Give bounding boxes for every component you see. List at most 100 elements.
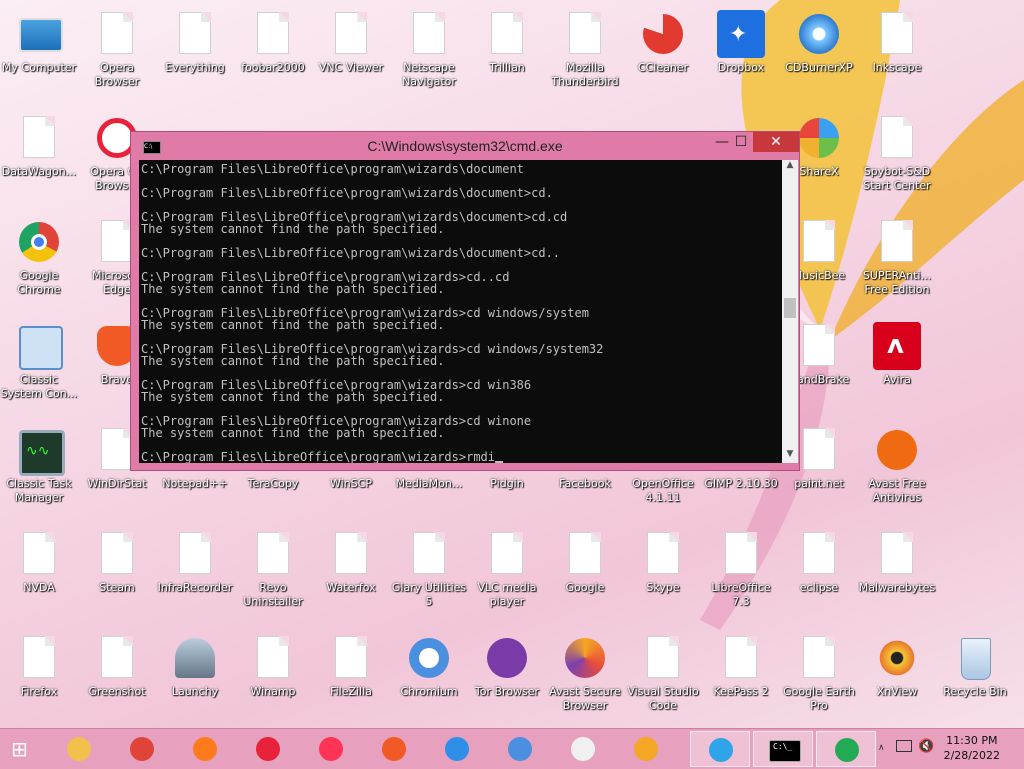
title-bar[interactable]: C:\ C:\Windows\system32\cmd.exe — ☐ ✕ (131, 132, 799, 160)
desktop-icon[interactable]: SUPERAnti... Free Edition (858, 208, 936, 297)
volume-muted-icon[interactable]: 🔇 (918, 739, 934, 754)
network-icon[interactable] (896, 740, 912, 752)
desktop-icon[interactable]: FileZilla (312, 624, 390, 699)
desktop-icon[interactable]: Visual Studio Code (624, 624, 702, 713)
taskbar-item[interactable] (564, 731, 604, 767)
brave-icon (382, 737, 406, 761)
taskbar-item[interactable] (375, 731, 415, 767)
taskbar-item[interactable] (501, 731, 541, 767)
taskbar-item[interactable] (123, 731, 163, 767)
file-icon (327, 634, 375, 682)
desktop-icon[interactable]: LibreOffice 7.3 (702, 520, 780, 609)
desktop-icon[interactable]: Glary Utilities 5 (390, 520, 468, 609)
desktop-icon-label: Malwarebytes (858, 581, 936, 594)
desktop-icon[interactable]: ʌ Avira (858, 312, 936, 387)
desktop-icon[interactable]: Winamp (234, 624, 312, 699)
desktop-icon[interactable]: Opera Browser (78, 0, 156, 89)
opera-gx-icon (319, 737, 343, 761)
desktop-icon[interactable]: Inkscape (858, 0, 936, 75)
launchy-icon (171, 634, 219, 682)
desktop-icon[interactable]: Classic System Con... (0, 312, 78, 401)
desktop-icon[interactable]: Steam (78, 520, 156, 595)
desktop-icon[interactable]: Avast Free Antivirus (858, 416, 936, 505)
window-title: C:\Windows\system32\cmd.exe (367, 138, 563, 154)
cmd-window[interactable]: C:\ C:\Windows\system32\cmd.exe — ☐ ✕ C:… (130, 131, 800, 471)
start-icon: ⊞ (11, 737, 28, 761)
desktop-icon[interactable]: eclipse (780, 520, 858, 595)
file-icon (15, 114, 63, 162)
desktop-icon[interactable]: Recycle Bin (936, 624, 1014, 699)
computer-icon (15, 10, 63, 58)
desktop-icon-label: Avast Secure Browser (549, 685, 621, 712)
waterfox-icon (445, 737, 469, 761)
avira-icon: ʌ (873, 322, 921, 370)
desktop-icon[interactable]: Malwarebytes (858, 520, 936, 595)
scrollbar[interactable]: ▲ ▼ (782, 160, 798, 463)
taskbar-item[interactable] (249, 731, 289, 767)
file-icon (93, 530, 141, 578)
desktop-icon[interactable]: InfraRecorder (156, 520, 234, 595)
desktop-icon-label: XnView (876, 685, 918, 698)
desktop-icon-label: Mozilla Thunderbird (551, 61, 619, 88)
desktop-icon[interactable]: Avast Secure Browser (546, 624, 624, 713)
taskbar-item[interactable]: C:\_ (753, 731, 813, 767)
clock[interactable]: 11:30 PM 2/28/2022 (944, 733, 1000, 763)
desktop-icon[interactable]: Netscape Navigator (390, 0, 468, 89)
desktop-icon[interactable]: XnView (858, 624, 936, 699)
desktop-icon-label: Trillian (489, 61, 525, 74)
desktop-icon[interactable]: Google (546, 520, 624, 595)
desktop-icon[interactable]: Trillian (468, 0, 546, 75)
file-icon (483, 530, 531, 578)
desktop-icon[interactable]: Chromium (390, 624, 468, 699)
desktop-icon[interactable]: Waterfox (312, 520, 390, 595)
taskbar-item[interactable] (60, 731, 100, 767)
desktop-icon-label: Spybot-S&D Start Center (863, 165, 931, 192)
cdburner-icon (795, 10, 843, 58)
desktop-icon-label: Everything (165, 61, 225, 74)
desktop-icon[interactable]: Tor Browser (468, 624, 546, 699)
desktop-icon-label: Greenshot (88, 685, 146, 698)
desktop-icon[interactable]: DataWagon... (0, 104, 78, 179)
desktop-icon[interactable]: VNC Viewer (312, 0, 390, 75)
tray-chevron-icon[interactable]: ∧ (878, 743, 885, 753)
close-button[interactable]: ✕ (753, 132, 799, 152)
desktop-icon[interactable]: Google Earth Pro (780, 624, 858, 713)
taskbar-item[interactable] (186, 731, 226, 767)
desktop-icon-label: TeraCopy (247, 477, 299, 490)
desktop-icon-label: OpenOffice 4.1.11 (632, 477, 694, 504)
taskbar-item[interactable] (438, 731, 478, 767)
taskbar-item[interactable] (627, 731, 667, 767)
desktop-icon[interactable]: foobar2000 (234, 0, 312, 75)
desktop-icon[interactable]: Mozilla Thunderbird (546, 0, 624, 89)
avast-icon (873, 426, 921, 474)
taskbar-item[interactable]: ⊞ (4, 731, 44, 767)
file-icon (405, 10, 453, 58)
scroll-up-arrow-icon[interactable]: ▲ (782, 160, 798, 174)
desktop-icon[interactable]: CCleaner (624, 0, 702, 75)
scrollbar-thumb[interactable] (784, 298, 796, 318)
desktop-icon[interactable]: Revo Uninstaller (234, 520, 312, 609)
desktop-icon[interactable]: Everything (156, 0, 234, 75)
desktop-icon[interactable]: Launchy (156, 624, 234, 699)
desktop-icon[interactable]: KeePass 2 (702, 624, 780, 699)
desktop-icon[interactable]: Google Chrome (0, 208, 78, 297)
console-output[interactable]: C:\Program Files\LibreOffice\program\wiz… (139, 160, 783, 463)
desktop-icon[interactable]: ∿∿ Classic Task Manager (0, 416, 78, 505)
desktop-icon[interactable]: Skype (624, 520, 702, 595)
desktop-icon-label: Classic System Con... (0, 373, 78, 400)
taskbar-item[interactable] (690, 731, 750, 767)
desktop-icon[interactable]: My Computer (0, 0, 78, 75)
taskbar-item[interactable] (816, 731, 876, 767)
taskbar: ∧ 🔇 11:30 PM 2/28/2022 ⊞ C:\_ (0, 728, 1024, 769)
scroll-down-arrow-icon[interactable]: ▼ (782, 449, 798, 463)
desktop-icon[interactable]: Greenshot (78, 624, 156, 699)
taskbar-item[interactable] (312, 731, 352, 767)
desktop-icon[interactable]: Firefox (0, 624, 78, 699)
desktop-icon[interactable]: NVDA (0, 520, 78, 595)
desktop-icon[interactable]: Spybot-S&D Start Center (858, 104, 936, 193)
desktop-icon[interactable]: VLC media player (468, 520, 546, 609)
desktop-icon-label: Google Earth Pro (783, 685, 855, 712)
desktop-icon[interactable]: CDBurnerXP (780, 0, 858, 75)
desktop-icon[interactable]: ✦ Dropbox (702, 0, 780, 75)
desktop-icon-label: VNC Viewer (318, 61, 384, 74)
